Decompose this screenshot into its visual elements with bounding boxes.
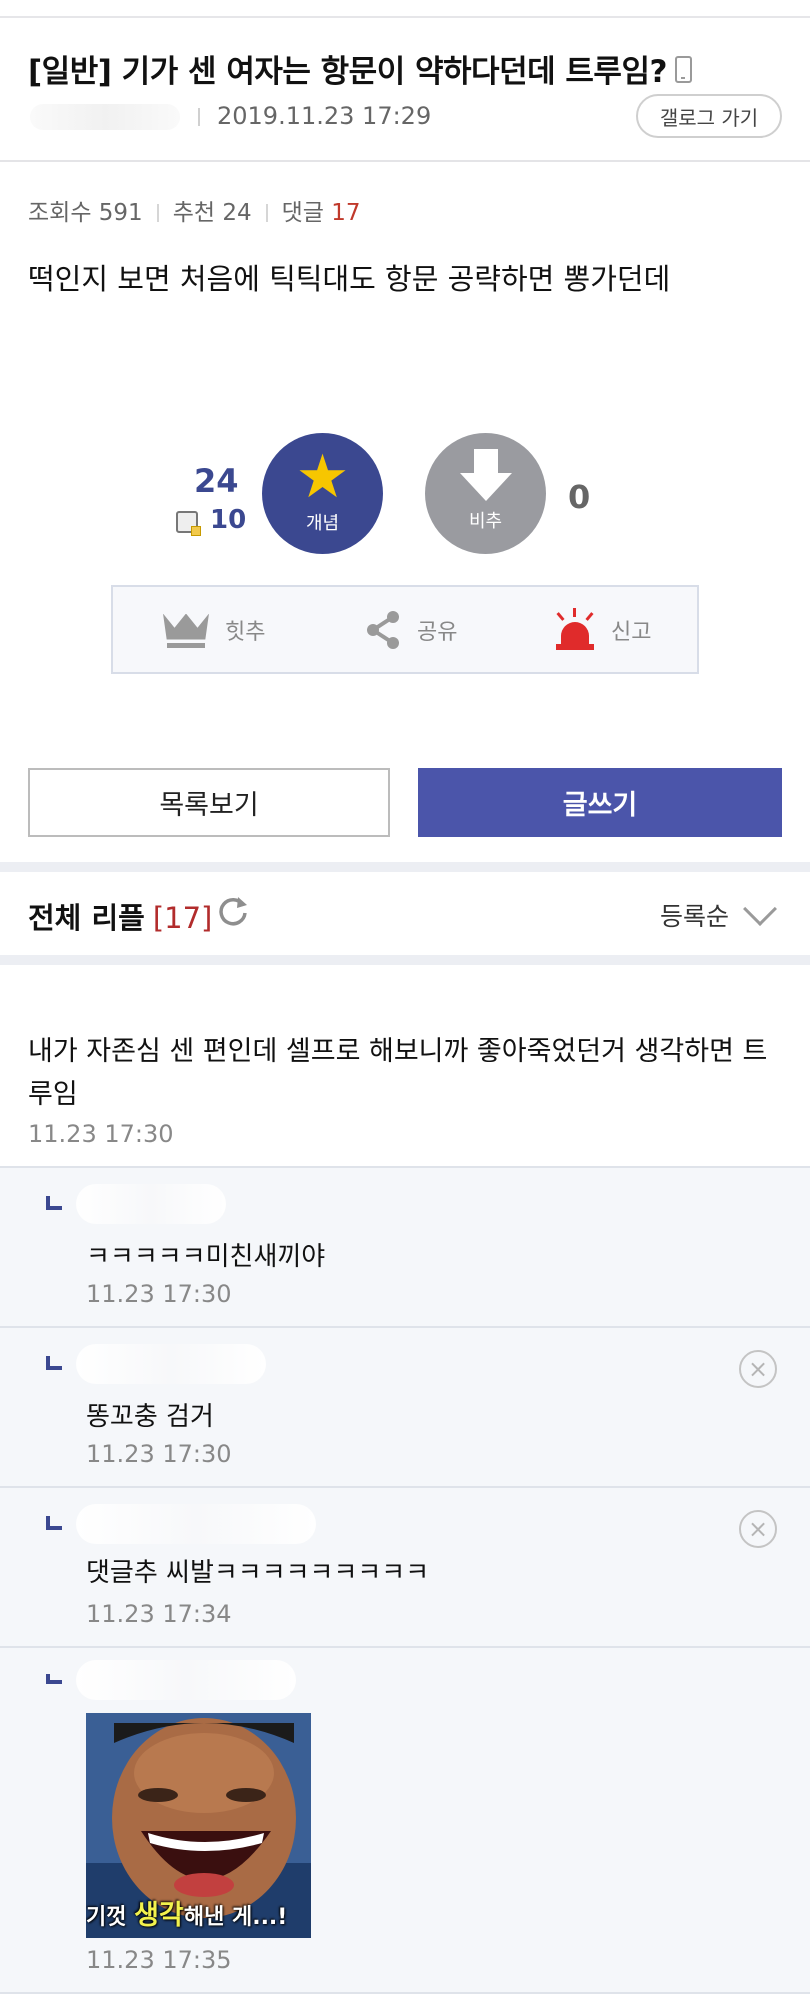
gallog-button[interactable]: 갤로그 가기 [636,94,782,138]
downvote-label: 비추 [468,510,503,532]
post-body: 떡인지 보면 처음에 틱틱대도 항문 공략하면 뽕가던데 [28,262,671,296]
reply-date: 11.23 17:30 [86,1440,232,1468]
replies-header-title: 전체 리플 [17] [28,895,212,937]
reply-nickname[interactable] [76,1184,226,1224]
write-button[interactable]: 글쓰기 [418,768,782,837]
reply-arrow-icon [46,1674,62,1684]
stats-divider [265,204,268,222]
siren-icon [553,607,597,652]
downvote-button[interactable]: 비추 [425,433,546,554]
comment-text: 내가 자존심 센 편인데 셀프로 해보니까 좋아죽었던거 생각하면 트루임 [28,1036,768,1110]
mobile-icon [674,56,692,83]
replies-title: 전체 리플 [28,901,145,935]
reply-text: 댓글추 씨발ㅋㅋㅋㅋㅋㅋㅋㅋㅋ [86,1558,430,1588]
bottom-divider [0,1992,810,1994]
author-nickname[interactable] [30,104,180,130]
top-divider [0,16,810,18]
section-divider [0,862,810,872]
view-count: 조회수 591 [28,200,143,226]
refresh-icon[interactable] [216,894,250,928]
comment-count-label: 댓글 [281,200,324,226]
reply-item: ㅋㅋㅋㅋㅋ미친새끼야 11.23 17:30 [0,1166,810,1326]
fixed-recommend-icon [176,511,201,536]
reply-item: × 똥꼬충 검거 11.23 17:30 [0,1326,810,1486]
report-button[interactable]: 신고 [553,587,651,672]
section-divider [0,955,810,965]
sort-dropdown[interactable]: 등록순 [660,897,729,933]
comment-count: 17 [331,200,361,226]
chevron-down-icon[interactable] [743,892,777,926]
report-label: 신고 [611,619,652,645]
reply-item: × 댓글추 씨발ㅋㅋㅋㅋㅋㅋㅋㅋㅋ 11.23 17:34 [0,1486,810,1646]
upvote-count: 24 [194,462,239,500]
post-title: [일반] 기가 센 여자는 항문이 약하다던데 트루임? [28,46,692,91]
reply-date: 11.23 17:30 [86,1280,232,1308]
post-action-bar: 힛추 공유 신고 [111,585,699,674]
reply-arrow-icon [46,1516,62,1530]
reply-image-caption-c: 해낸 게...! [183,1905,288,1930]
reply-nickname[interactable] [76,1660,296,1700]
header-divider [0,160,810,162]
reply-image-caption-b: 생각 [134,1900,184,1931]
reply-nickname[interactable] [76,1344,266,1384]
post-date: 2019.11.23 17:29 [217,102,432,130]
crown-icon [161,610,211,650]
hit-recommend-label: 힛추 [225,619,266,645]
delete-reply-button[interactable]: × [739,1510,777,1548]
reply-image[interactable]: 기껏 생각해낸 게...! [86,1713,311,1938]
post-title-text: [일반] 기가 센 여자는 항문이 약하다던데 트루임? [28,54,667,90]
share-button[interactable]: 공유 [363,587,457,672]
reply-text: ㅋㅋㅋㅋㅋ미친새끼야 [86,1242,326,1272]
reply-nickname[interactable] [76,1504,316,1544]
comment-date: 11.23 17:30 [28,1120,174,1148]
meta-divider [198,108,200,126]
reply-text: 똥꼬충 검거 [86,1402,214,1432]
post-stats: 조회수 591 추천 24 댓글 17 [28,193,361,227]
hit-recommend-button[interactable]: 힛추 [161,587,265,672]
arrow-down-icon [459,448,512,505]
stats-divider [156,204,159,222]
fixed-recommend-count: 10 [210,505,247,535]
upvote-button[interactable]: ★ 개념 [262,433,383,554]
reply-date: 11.23 17:35 [86,1946,232,1974]
downvote-count: 0 [568,478,591,516]
upvote-label: 개념 [305,512,340,534]
recommend-count: 추천 24 [172,200,252,226]
reply-arrow-icon [46,1356,62,1370]
reply-image-caption: 기껏 생각해낸 게...! [86,1893,287,1932]
delete-reply-button[interactable]: × [739,1350,777,1388]
share-icon [367,610,399,649]
replies-count: [17] [152,901,213,935]
list-button[interactable]: 목록보기 [28,768,390,837]
star-icon: ★ [295,441,350,512]
reply-date: 11.23 17:34 [86,1600,232,1628]
reply-arrow-icon [46,1196,62,1210]
share-label: 공유 [417,619,458,645]
reply-image-caption-a: 기껏 [86,1905,135,1930]
